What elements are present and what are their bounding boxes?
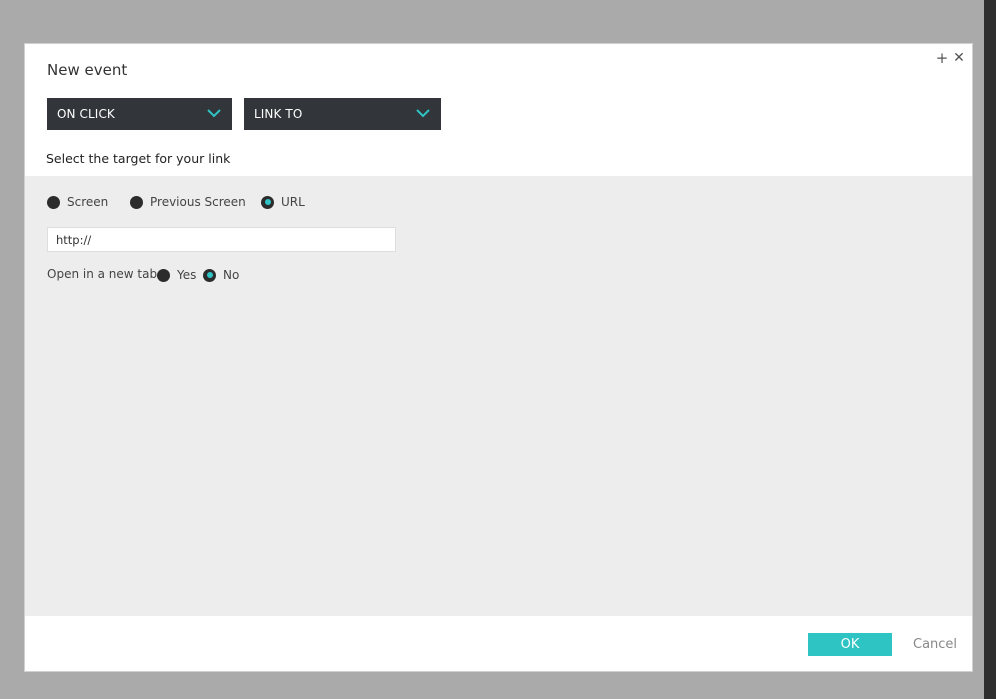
target-panel: Screen Previous Screen URL Open in a new… [25,176,972,616]
action-dropdown[interactable]: LINK TO [244,98,441,130]
cancel-button[interactable]: Cancel [913,637,957,652]
target-prompt: Select the target for your link [46,151,231,166]
new-tab-label: Open in a new tab: [47,267,162,281]
radio-label: Screen [67,195,109,209]
radio-new-tab-yes[interactable]: Yes [157,268,196,282]
radio-indicator-selected [203,268,216,282]
radio-label: URL [281,195,305,209]
radio-screen[interactable]: Screen [47,195,108,209]
chevron-down-icon [416,109,430,118]
radio-new-tab-no[interactable]: No [203,268,239,282]
dialog-title: New event [47,61,128,79]
background-window-edge [984,0,996,699]
radio-indicator-selected [261,195,274,209]
radio-indicator [47,195,60,209]
new-event-dialog: New event + ✕ ON CLICK LINK TO Select th… [24,43,973,672]
radio-label: Yes [177,268,197,282]
action-dropdown-value: LINK TO [254,107,303,121]
close-icon[interactable]: ✕ [952,51,966,65]
radio-label: No [223,268,240,282]
trigger-dropdown[interactable]: ON CLICK [47,98,232,130]
radio-indicator [130,195,143,209]
url-input[interactable] [47,227,396,252]
radio-indicator [157,268,170,282]
radio-previous-screen[interactable]: Previous Screen [130,195,246,209]
radio-url[interactable]: URL [261,195,305,209]
ok-button[interactable]: OK [808,633,892,656]
plus-icon[interactable]: + [935,51,949,66]
chevron-down-icon [207,109,221,118]
trigger-dropdown-value: ON CLICK [57,107,115,121]
radio-label: Previous Screen [150,195,246,209]
